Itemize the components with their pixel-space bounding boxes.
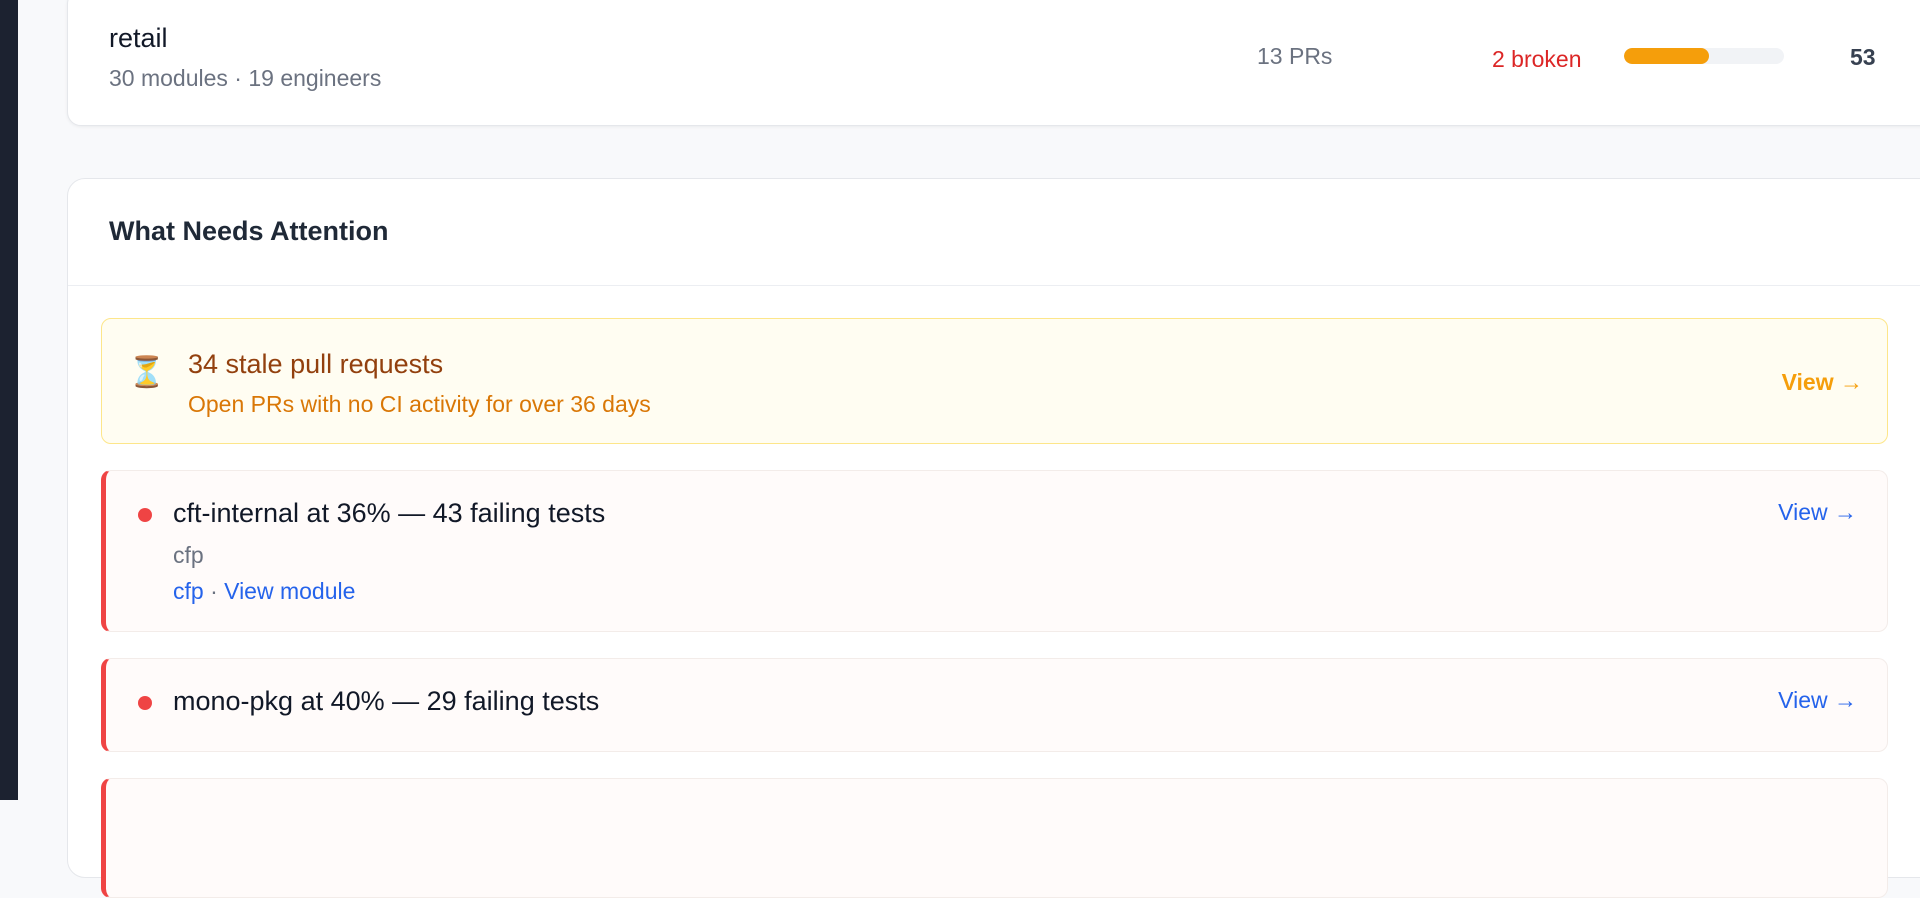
health-score: 53: [1850, 44, 1876, 70]
panel-title: What Needs Attention: [109, 216, 389, 246]
hourglass-icon: ⏳: [128, 356, 166, 389]
issue-item[interactable]: cft-internal at 36% — 43 failing tests c…: [101, 470, 1888, 632]
panel-header: What Needs Attention: [68, 179, 1920, 286]
team-card-retail[interactable]: retail 30 modules · 19 engineers 13 PRs …: [67, 0, 1920, 126]
stale-alert-title: 34 stale pull requests: [188, 349, 444, 379]
team-link[interactable]: cfp: [173, 578, 204, 604]
issue-view-link[interactable]: View →: [1778, 687, 1857, 714]
status-dot-icon: [138, 696, 152, 710]
issue-view-link[interactable]: View →: [1778, 499, 1857, 526]
health-progress-fill: [1624, 48, 1709, 64]
issue-links: cfp · View module: [173, 578, 355, 605]
link-separator: ·: [210, 578, 218, 604]
sidebar-rail: [0, 0, 18, 800]
team-meta: 30 modules · 19 engineers: [109, 65, 382, 91]
issue-item[interactable]: [101, 778, 1888, 898]
issue-item[interactable]: mono-pkg at 40% — 29 failing tests View …: [101, 658, 1888, 752]
stale-view-link[interactable]: View →: [1782, 369, 1863, 396]
stale-prs-alert[interactable]: ⏳ 34 stale pull requests Open PRs with n…: [101, 318, 1888, 444]
health-progress-bar: [1624, 48, 1784, 64]
issue-title: mono-pkg at 40% — 29 failing tests: [173, 686, 600, 716]
team-name: retail: [109, 23, 168, 53]
issue-title: cft-internal at 36% — 43 failing tests: [173, 498, 606, 528]
issue-team: cfp: [173, 542, 204, 568]
attention-panel: What Needs Attention ⏳ 34 stale pull req…: [67, 178, 1920, 898]
status-dot-icon: [138, 508, 152, 522]
view-module-link[interactable]: View module: [224, 578, 355, 604]
team-pr-count: 13 PRs: [1257, 43, 1333, 69]
stale-alert-subtitle: Open PRs with no CI activity for over 36…: [188, 391, 651, 417]
team-broken-count: 2 broken: [1492, 46, 1582, 72]
